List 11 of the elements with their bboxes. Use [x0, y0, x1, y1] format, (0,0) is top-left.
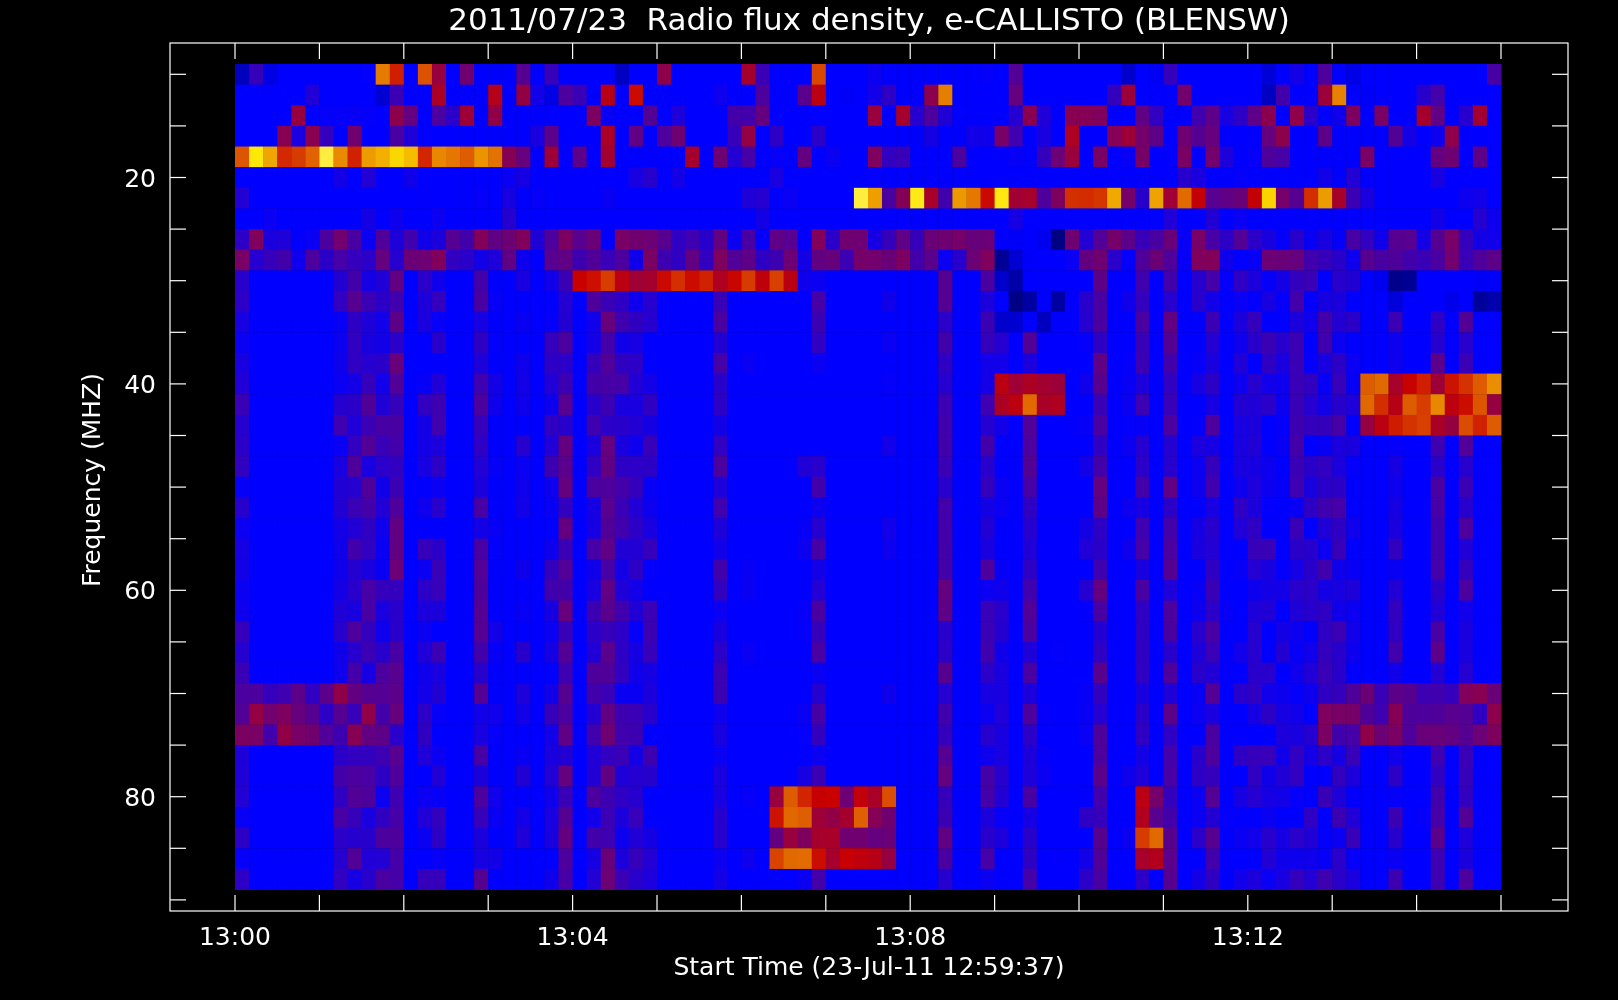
x-tick-label: 13:12 — [1211, 922, 1284, 951]
y-tick-label: 40 — [124, 369, 156, 399]
x-tick-label: 13:04 — [536, 922, 609, 951]
chart-title: 2011/07/23 Radio flux density, e-CALLISTO (BLENSW) — [448, 1, 1290, 37]
x-tick-label: 13:00 — [199, 922, 271, 951]
x-tick-label: 13:08 — [874, 922, 947, 951]
y-axis-label: Frequency (MHZ) — [77, 372, 106, 588]
y-tick-label: 60 — [124, 576, 156, 606]
x-axis-label: Start Time (23-Jul-11 12:59:37) — [673, 952, 1065, 981]
y-tick-label: 80 — [124, 782, 156, 812]
y-tick-label: 20 — [124, 163, 156, 193]
